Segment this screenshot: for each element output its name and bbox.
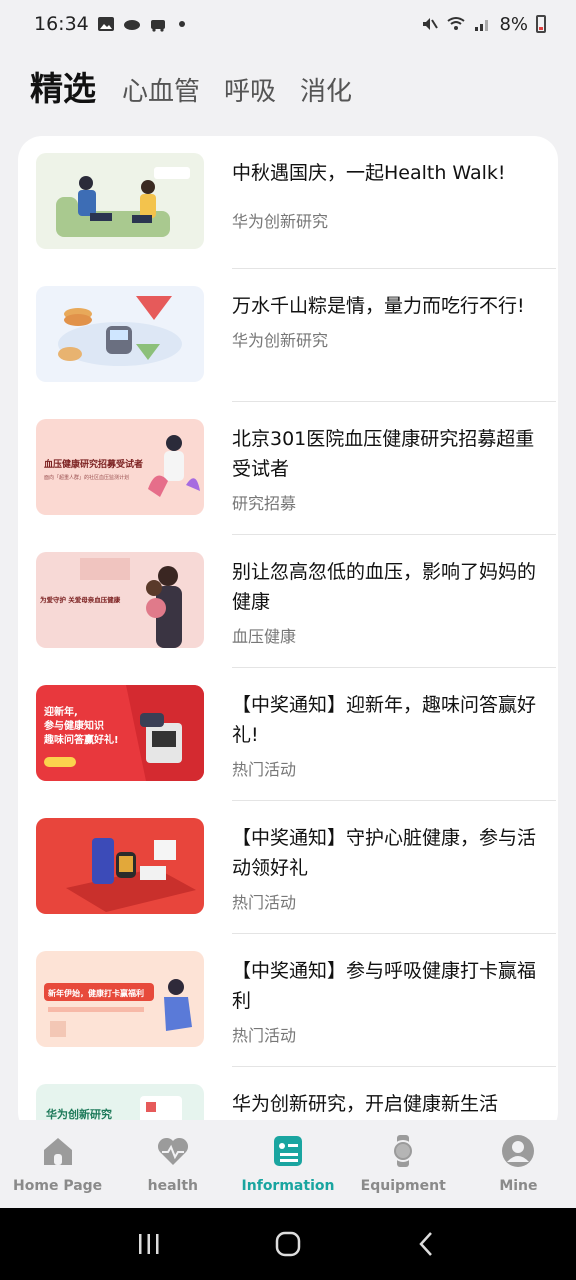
article-source: 华为创新研究: [232, 331, 329, 350]
article-title: 【中奖通知】参与呼吸健康打卡赢福利: [232, 960, 537, 1012]
thumbnail-line-1: 迎新年,: [44, 705, 78, 718]
list-item[interactable]: 迎新年, 参与健康知识 趣味问答赢好礼! 【中奖通知】迎新年，趣味问答赢好礼! …: [36, 668, 556, 801]
watch-icon: [392, 1135, 415, 1167]
recruitment-banner-illustration: 血压健康研究招募受试者 面向「超重人群」的社区血压监测计划: [36, 419, 204, 515]
home-icon: [43, 1138, 72, 1165]
article-source: 研究招募: [232, 494, 297, 513]
home-button[interactable]: [271, 1227, 305, 1261]
list-item[interactable]: 中秋遇国庆，一起Health Walk! 华为创新研究: [36, 136, 556, 269]
mother-daughter-illustration: 为爱守护 关爱母亲血压健康: [36, 552, 204, 648]
article-thumbnail: [36, 818, 204, 914]
list-item[interactable]: 【中奖通知】守护心脏健康，参与活动领好礼 热门活动: [36, 801, 556, 934]
breathing-checkin-banner-illustration: 新年伊始，健康打卡赢福利: [36, 951, 204, 1047]
profile-icon: [502, 1135, 535, 1167]
article-title: 【中奖通知】迎新年，趣味问答赢好礼!: [232, 694, 537, 746]
nav-mine[interactable]: Mine: [461, 1120, 576, 1208]
notification-dot-icon: [178, 21, 185, 27]
tab-cardiovascular[interactable]: 心血管: [122, 71, 200, 108]
nav-label: Equipment: [360, 1178, 446, 1194]
nav-label: Mine: [499, 1178, 538, 1194]
article-title: 别让忽高忽低的血压，影响了妈妈的健康: [232, 561, 537, 613]
list-item[interactable]: 万水千山粽是情，量力而吃行不行! 华为创新研究: [36, 269, 556, 402]
article-title: 万水千山粽是情，量力而吃行不行!: [232, 295, 525, 317]
signal-icon: [475, 20, 489, 31]
tab-respiratory[interactable]: 呼吸: [224, 71, 276, 108]
article-source: 热门活动: [232, 760, 297, 779]
nav-information[interactable]: Information: [230, 1120, 345, 1208]
article-source: 热门活动: [232, 893, 297, 912]
nav-health[interactable]: health: [115, 1120, 230, 1208]
thumbnail-line-2: 参与健康知识: [44, 719, 104, 732]
article-title: 北京301医院血压健康研究招募超重受试者: [232, 428, 535, 480]
thumbnail-text: 为爱守护 关爱母亲血压健康: [40, 595, 121, 604]
back-button[interactable]: [410, 1227, 444, 1261]
thumbnail-line-3: 趣味问答赢好礼!: [43, 733, 119, 746]
article-thumbnail: 迎新年, 参与健康知识 趣味问答赢好礼!: [36, 685, 204, 781]
status-bar: 16:34 8%: [0, 0, 576, 48]
list-item[interactable]: 为爱守护 关爱母亲血压健康 别让忽高忽低的血压，影响了妈妈的健康 血压健康: [36, 535, 556, 668]
nav-home[interactable]: Home Page: [0, 1120, 115, 1208]
phone-and-watch-prize-illustration: [36, 818, 204, 914]
heart-pulse-icon: [157, 1137, 188, 1165]
article-source: 华为创新研究: [232, 212, 329, 231]
home-circle-icon: [275, 1231, 301, 1257]
article-source: 血压健康: [232, 627, 297, 646]
wifi-icon: [447, 17, 466, 30]
system-navigation-bar: [0, 1208, 576, 1280]
car-icon: [150, 20, 165, 32]
list-item[interactable]: 血压健康研究招募受试者 面向「超重人群」的社区血压监测计划 北京301医院血压健…: [36, 402, 556, 535]
thumbnail-text: 新年伊始，健康打卡赢福利: [48, 988, 144, 998]
thumbnail-heading: 血压健康研究招募受试者: [44, 458, 143, 470]
list-item[interactable]: 新年伊始，健康打卡赢福利 【中奖通知】参与呼吸健康打卡赢福利 热门活动: [36, 934, 556, 1067]
category-tabs: 精选 心血管 呼吸 消化: [30, 62, 352, 110]
article-source: 热门活动: [232, 1026, 297, 1045]
article-thumbnail: [36, 286, 204, 382]
gallery-icon: [97, 17, 114, 31]
nav-label: Home Page: [13, 1178, 103, 1194]
nav-equipment[interactable]: Equipment: [346, 1120, 461, 1208]
tab-digestion[interactable]: 消化: [300, 71, 352, 108]
tab-featured[interactable]: 精选: [30, 62, 96, 110]
article-title: 华为创新研究，开启健康新生活: [232, 1093, 499, 1115]
article-thumbnail: 新年伊始，健康打卡赢福利: [36, 951, 204, 1047]
battery-icon: [536, 15, 546, 33]
article-thumbnail: 为爱守护 关爱母亲血压健康: [36, 552, 204, 648]
bottom-navigation: Home Page health Information Equipment M…: [0, 1120, 576, 1208]
couple-on-sofa-illustration: [36, 153, 204, 249]
battery-percent: 8%: [499, 13, 528, 35]
thumbnail-text: 华为创新研究: [46, 1107, 112, 1121]
cloud-icon: [123, 20, 140, 30]
article-thumbnail: 血压健康研究招募受试者 面向「超重人群」的社区血压监测计划: [36, 419, 204, 515]
thumbnail-subheading: 面向「超重人群」的社区血压监测计划: [44, 474, 129, 481]
recent-apps-icon: [139, 1234, 159, 1254]
food-and-glucose-meter-illustration: [36, 286, 204, 382]
new-year-quiz-banner-illustration: 迎新年, 参与健康知识 趣味问答赢好礼!: [36, 685, 204, 781]
recent-apps-button[interactable]: [132, 1227, 166, 1261]
article-title: 中秋遇国庆，一起Health Walk!: [232, 162, 506, 184]
nav-label: Information: [241, 1178, 335, 1194]
mute-icon: [423, 18, 439, 30]
nav-label: health: [147, 1178, 198, 1194]
status-time: 16:34: [34, 13, 89, 35]
article-thumbnail: [36, 153, 204, 249]
article-title: 【中奖通知】守护心脏健康，参与活动领好礼: [232, 827, 537, 879]
back-chevron-icon: [418, 1232, 432, 1256]
article-icon: [274, 1136, 302, 1166]
article-list-card: 中秋遇国庆，一起Health Walk! 华为创新研究 万水千山粽是情，量力而吃…: [18, 136, 558, 1136]
